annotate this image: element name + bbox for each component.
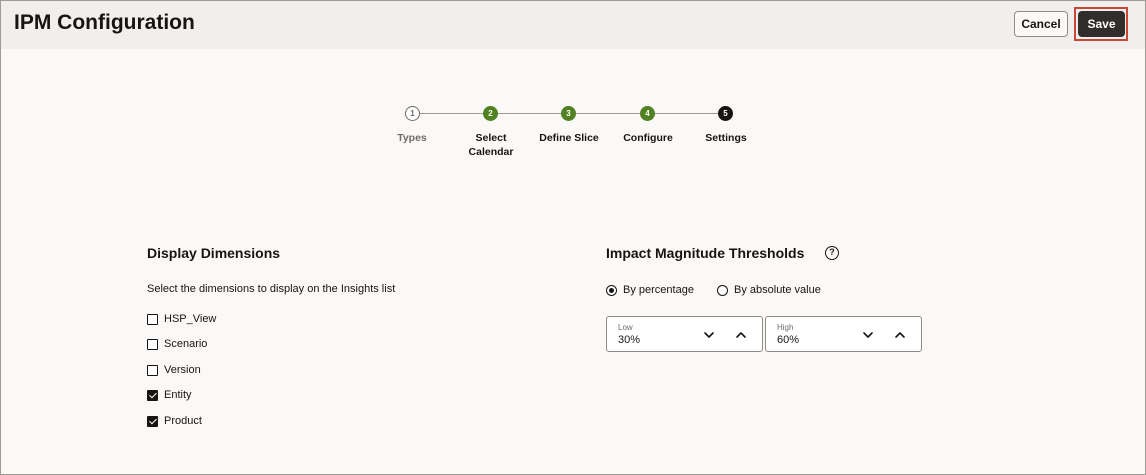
- page-title: IPM Configuration: [14, 11, 195, 34]
- radio-label: By absolute value: [734, 284, 821, 296]
- display-dimensions-title: Display Dimensions: [147, 245, 281, 261]
- checkbox-label: Scenario: [164, 338, 208, 350]
- radio-by-absolute-value[interactable]: By absolute value: [717, 283, 821, 297]
- checkbox-hsp-view[interactable]: HSP_View: [147, 312, 216, 326]
- chevron-down-icon[interactable]: [701, 327, 717, 343]
- low-value[interactable]: 30%: [618, 334, 640, 346]
- save-button[interactable]: Save: [1078, 11, 1125, 37]
- checkbox-version[interactable]: Version: [147, 363, 201, 377]
- step-1-label[interactable]: Types: [367, 131, 457, 145]
- chevron-up-icon[interactable]: [892, 327, 908, 343]
- step-2-circle[interactable]: 2: [483, 106, 498, 121]
- checkbox-label: Product: [164, 415, 202, 427]
- step-2-label[interactable]: Select Calendar: [446, 131, 536, 159]
- step-5-circle[interactable]: 5: [718, 106, 733, 121]
- step-3-label[interactable]: Define Slice: [524, 131, 614, 145]
- radio-label: By percentage: [623, 284, 694, 296]
- window-frame: [0, 0, 1146, 475]
- checkbox-product[interactable]: Product: [147, 414, 202, 428]
- checkbox-box[interactable]: [147, 313, 158, 325]
- low-label: Low: [618, 323, 633, 332]
- radio-button-selected[interactable]: [606, 284, 617, 296]
- chevron-down-icon[interactable]: [860, 327, 876, 343]
- page-header: IPM Configuration: [1, 1, 1145, 49]
- radio-button[interactable]: [717, 284, 728, 296]
- checkbox-box[interactable]: [147, 338, 158, 350]
- step-5-label[interactable]: Settings: [681, 131, 771, 145]
- step-1-circle[interactable]: 1: [405, 106, 420, 121]
- chevron-up-icon[interactable]: [733, 327, 749, 343]
- thresholds-title: Impact Magnitude Thresholds: [606, 245, 805, 261]
- checkbox-box-checked[interactable]: [147, 389, 158, 401]
- cancel-button[interactable]: Cancel: [1014, 11, 1068, 37]
- checkbox-label: Entity: [164, 389, 192, 401]
- checkbox-scenario[interactable]: Scenario: [147, 337, 207, 351]
- high-threshold-input[interactable]: High 60%: [765, 316, 922, 352]
- checkbox-entity[interactable]: Entity: [147, 388, 192, 402]
- step-4-label[interactable]: Configure: [603, 131, 693, 145]
- radio-by-percentage[interactable]: By percentage: [606, 283, 694, 297]
- low-threshold-input[interactable]: Low 30%: [606, 316, 763, 352]
- high-label: High: [777, 323, 794, 332]
- help-icon[interactable]: ?: [825, 246, 839, 260]
- checkbox-box-checked[interactable]: [147, 415, 158, 427]
- step-3-circle[interactable]: 3: [561, 106, 576, 121]
- high-value[interactable]: 60%: [777, 334, 799, 346]
- checkbox-label: HSP_View: [164, 313, 217, 325]
- checkbox-label: Version: [164, 364, 201, 376]
- display-dimensions-description: Select the dimensions to display on the …: [147, 283, 396, 295]
- checkbox-box[interactable]: [147, 364, 158, 376]
- step-4-circle[interactable]: 4: [640, 106, 655, 121]
